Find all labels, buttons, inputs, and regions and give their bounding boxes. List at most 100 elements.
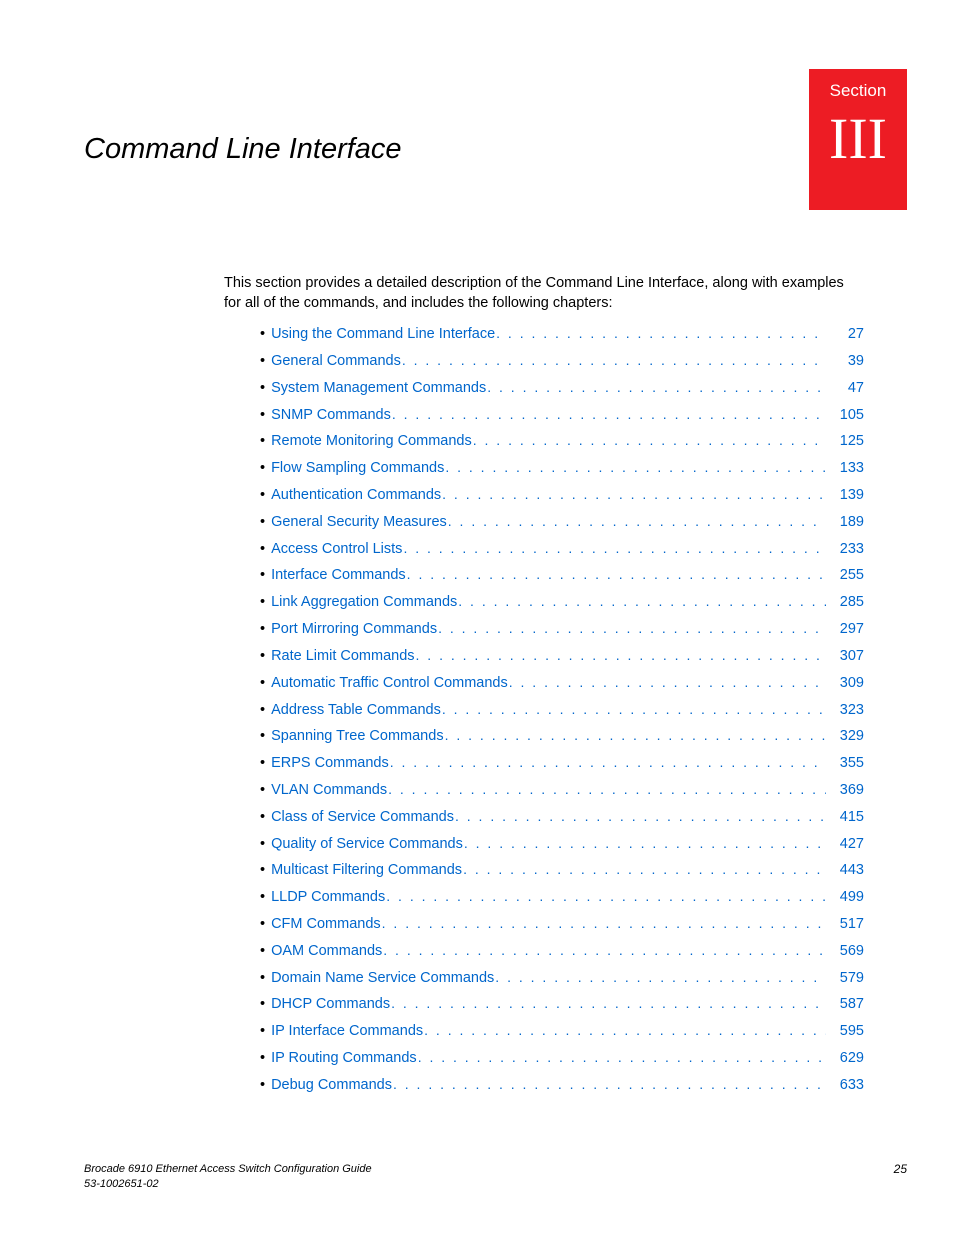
toc-label[interactable]: Rate Limit Commands: [271, 643, 414, 670]
toc-label[interactable]: System Management Commands: [271, 375, 486, 402]
toc-page[interactable]: 329: [826, 723, 864, 750]
toc-page[interactable]: 255: [826, 562, 864, 589]
toc-label[interactable]: IP Routing Commands: [271, 1045, 417, 1072]
toc-page[interactable]: 309: [826, 670, 864, 697]
toc-label[interactable]: Debug Commands: [271, 1072, 392, 1099]
toc-item[interactable]: •OAM Commands569: [260, 938, 864, 965]
toc-item[interactable]: •Spanning Tree Commands329: [260, 723, 864, 750]
toc-label[interactable]: Domain Name Service Commands: [271, 965, 494, 992]
toc-label[interactable]: Remote Monitoring Commands: [271, 428, 472, 455]
toc-page[interactable]: 579: [826, 965, 864, 992]
toc-item[interactable]: •Flow Sampling Commands 133: [260, 455, 864, 482]
toc-page[interactable]: 369: [826, 777, 864, 804]
toc-page[interactable]: 307: [826, 643, 864, 670]
toc-label[interactable]: Link Aggregation Commands: [271, 589, 457, 616]
toc-item[interactable]: •Debug Commands633: [260, 1072, 864, 1099]
toc-item[interactable]: •Port Mirroring Commands 297: [260, 616, 864, 643]
toc-page[interactable]: 125: [826, 428, 864, 455]
toc-item[interactable]: •Address Table Commands323: [260, 697, 864, 724]
toc-item[interactable]: •Quality of Service Commands427: [260, 831, 864, 858]
toc-item[interactable]: •SNMP Commands105: [260, 402, 864, 429]
toc-leader-dots: [495, 321, 826, 347]
toc-label[interactable]: VLAN Commands: [271, 777, 387, 804]
toc-item[interactable]: •Authentication Commands139: [260, 482, 864, 509]
section-label: Section: [809, 81, 907, 101]
toc-label[interactable]: Using the Command Line Interface: [271, 321, 495, 348]
toc-label[interactable]: Automatic Traffic Control Commands: [271, 670, 508, 697]
toc-page[interactable]: 285: [826, 589, 864, 616]
toc-item[interactable]: •System Management Commands47: [260, 375, 864, 402]
toc-label[interactable]: Flow Sampling Commands: [271, 455, 444, 482]
toc-label[interactable]: CFM Commands: [271, 911, 381, 938]
toc-page[interactable]: 595: [826, 1018, 864, 1045]
toc-leader-dots: [444, 723, 826, 749]
toc-page[interactable]: 355: [826, 750, 864, 777]
toc-label[interactable]: LLDP Commands: [271, 884, 385, 911]
toc-item[interactable]: •General Commands39: [260, 348, 864, 375]
toc-label[interactable]: Address Table Commands: [271, 697, 441, 724]
toc-item[interactable]: •ERPS Commands 355: [260, 750, 864, 777]
toc-item[interactable]: •Automatic Traffic Control Commands309: [260, 670, 864, 697]
toc-page[interactable]: 139: [826, 482, 864, 509]
toc-label[interactable]: Multicast Filtering Commands: [271, 857, 462, 884]
toc-label[interactable]: Interface Commands: [271, 562, 406, 589]
bullet-icon: •: [260, 616, 265, 643]
toc-label[interactable]: Quality of Service Commands: [271, 831, 463, 858]
toc-item[interactable]: •Rate Limit Commands307: [260, 643, 864, 670]
toc-leader-dots: [406, 562, 826, 588]
bullet-icon: •: [260, 750, 265, 777]
toc-page[interactable]: 569: [826, 938, 864, 965]
toc-item[interactable]: •DHCP Commands587: [260, 991, 864, 1018]
footer-left: Brocade 6910 Ethernet Access Switch Conf…: [84, 1162, 372, 1191]
toc-label[interactable]: Access Control Lists: [271, 536, 402, 563]
toc-item[interactable]: •Interface Commands255: [260, 562, 864, 589]
toc-page[interactable]: 233: [826, 536, 864, 563]
bullet-icon: •: [260, 804, 265, 831]
toc-page[interactable]: 297: [826, 616, 864, 643]
toc-page[interactable]: 189: [826, 509, 864, 536]
toc-item[interactable]: •Multicast Filtering Commands443: [260, 857, 864, 884]
toc-page[interactable]: 443: [826, 857, 864, 884]
toc-page[interactable]: 27: [826, 321, 864, 348]
toc-item[interactable]: •Using the Command Line Interface27: [260, 321, 864, 348]
toc-page[interactable]: 415: [826, 804, 864, 831]
toc-label[interactable]: Port Mirroring Commands: [271, 616, 437, 643]
toc-page[interactable]: 629: [826, 1045, 864, 1072]
footer: Brocade 6910 Ethernet Access Switch Conf…: [84, 1162, 907, 1191]
toc-label[interactable]: Spanning Tree Commands: [271, 723, 444, 750]
toc-label[interactable]: Class of Service Commands: [271, 804, 454, 831]
toc-label[interactable]: DHCP Commands: [271, 991, 390, 1018]
toc-label[interactable]: General Security Measures: [271, 509, 447, 536]
toc-leader-dots: [462, 857, 826, 883]
toc-page[interactable]: 39: [826, 348, 864, 375]
toc-item[interactable]: •Access Control Lists233: [260, 536, 864, 563]
toc-label[interactable]: ERPS Commands: [271, 750, 389, 777]
toc-item[interactable]: •Remote Monitoring Commands125: [260, 428, 864, 455]
toc-page[interactable]: 633: [826, 1072, 864, 1099]
toc-item[interactable]: •Link Aggregation Commands285: [260, 589, 864, 616]
toc-item[interactable]: •General Security Measures189: [260, 509, 864, 536]
toc-label[interactable]: General Commands: [271, 348, 401, 375]
toc-item[interactable]: •LLDP Commands499: [260, 884, 864, 911]
toc-item[interactable]: •IP Interface Commands595: [260, 1018, 864, 1045]
toc-page[interactable]: 427: [826, 831, 864, 858]
toc-label[interactable]: SNMP Commands: [271, 402, 391, 429]
toc-page[interactable]: 499: [826, 884, 864, 911]
toc-page[interactable]: 323: [826, 697, 864, 724]
toc-item[interactable]: •CFM Commands517: [260, 911, 864, 938]
toc-label[interactable]: Authentication Commands: [271, 482, 441, 509]
toc-page[interactable]: 47: [826, 375, 864, 402]
toc-label[interactable]: OAM Commands: [271, 938, 382, 965]
toc-leader-dots: [387, 777, 826, 803]
toc-item[interactable]: •VLAN Commands369: [260, 777, 864, 804]
footer-docnum: 53-1002651-02: [84, 1178, 159, 1190]
toc-page[interactable]: 517: [826, 911, 864, 938]
toc-page[interactable]: 133: [826, 455, 864, 482]
bullet-icon: •: [260, 455, 265, 482]
toc-item[interactable]: •Domain Name Service Commands579: [260, 965, 864, 992]
toc-item[interactable]: •Class of Service Commands 415: [260, 804, 864, 831]
toc-page[interactable]: 105: [826, 402, 864, 429]
toc-label[interactable]: IP Interface Commands: [271, 1018, 423, 1045]
toc-item[interactable]: •IP Routing Commands629: [260, 1045, 864, 1072]
toc-page[interactable]: 587: [826, 991, 864, 1018]
